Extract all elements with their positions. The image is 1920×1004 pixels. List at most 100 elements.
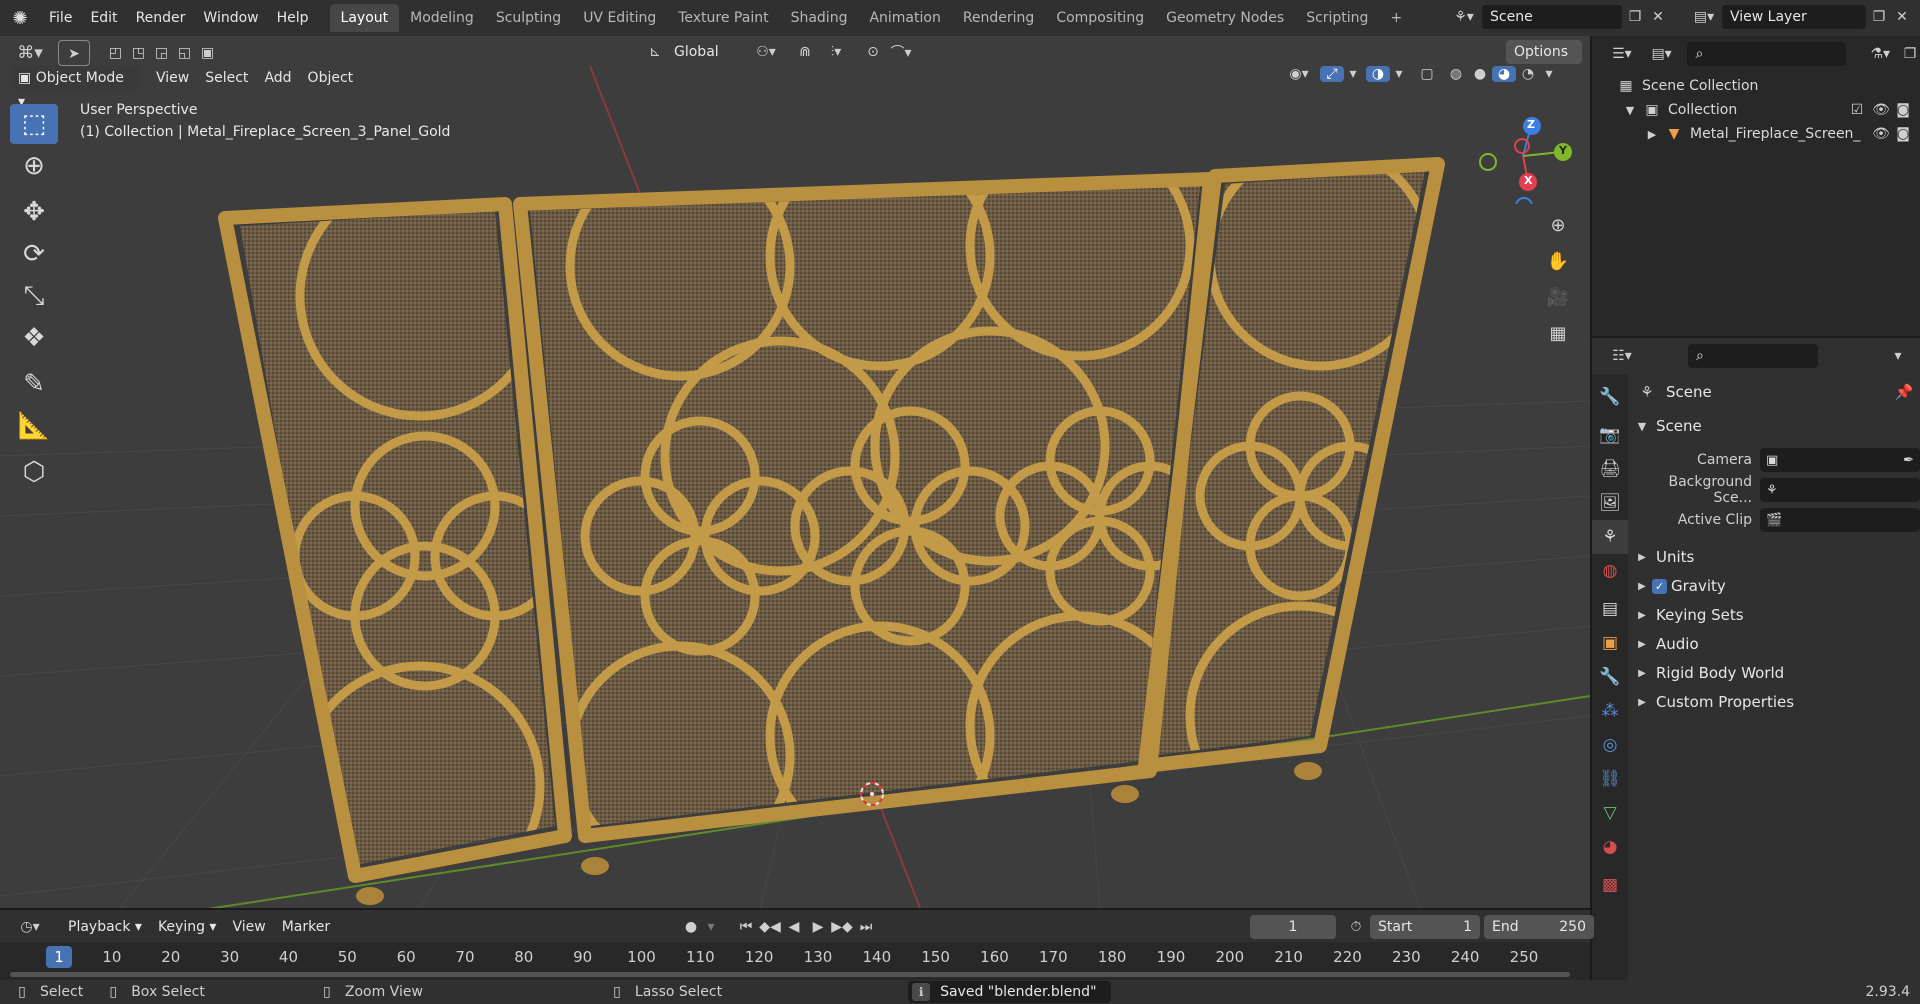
tab-uv-editing[interactable]: UV Editing xyxy=(572,4,667,32)
menu-playback[interactable]: Playback ▾ xyxy=(60,915,150,939)
tab-constraints[interactable]: ⛓ xyxy=(1592,762,1628,796)
tab-geometry-nodes[interactable]: Geometry Nodes xyxy=(1155,4,1295,32)
delete-scene-icon[interactable]: ✕ xyxy=(1648,9,1668,25)
pivot-point-icon[interactable]: ⚇▾ xyxy=(746,44,786,60)
rotate-tool[interactable]: ⟳ xyxy=(10,234,58,274)
object-mode-dropdown[interactable]: ▣ Object Mode ▾ xyxy=(12,66,140,110)
eye-icon[interactable]: 👁 xyxy=(1872,102,1890,118)
view-layer-field[interactable]: View Layer xyxy=(1722,5,1866,29)
subpanel-keying-sets[interactable]: ▶ Keying Sets xyxy=(1632,601,1920,630)
outliner-search-input[interactable]: ⌕ xyxy=(1687,42,1847,66)
timeline-editor-icon[interactable]: ◷▾ xyxy=(10,919,50,935)
background-scene-field[interactable]: ⚘ xyxy=(1760,478,1920,502)
scale-tool[interactable]: ⤡ xyxy=(10,276,58,316)
select-extend-icon[interactable]: ◳ xyxy=(127,45,150,61)
tab-world[interactable]: ◍ xyxy=(1592,554,1628,588)
material-shading-icon[interactable]: ◕ xyxy=(1492,66,1516,82)
expand-arrow-icon[interactable]: ▶ xyxy=(1644,128,1660,141)
tab-texture-paint[interactable]: Texture Paint xyxy=(667,4,779,32)
expand-arrow-icon[interactable]: ▼ xyxy=(1622,104,1638,117)
gravity-checkbox-icon[interactable]: ✓ xyxy=(1652,579,1667,594)
menu-window[interactable]: Window xyxy=(194,0,267,36)
subpanel-custom-properties[interactable]: ▶ Custom Properties xyxy=(1632,688,1920,717)
frame-ruler[interactable]: 1 10 20 30 40 50 60 70 80 90 100 110 120 130 140 150 160… xyxy=(0,942,1590,980)
eye-icon[interactable]: 👁 xyxy=(1872,126,1890,142)
auto-keying-icon[interactable]: ● xyxy=(680,919,702,935)
tab-layout[interactable]: Layout xyxy=(329,4,400,32)
tree-item-object[interactable]: ▶ ▼ Metal_Fireplace_Screen_ 👁 ◙ xyxy=(1592,122,1920,146)
chevron-down-icon[interactable]: ▾ xyxy=(1888,348,1908,364)
chevron-down-icon[interactable]: ▾ xyxy=(1540,66,1558,82)
rendered-shading-icon[interactable]: ◔ xyxy=(1516,66,1540,82)
menu-marker[interactable]: Marker xyxy=(274,915,338,939)
viewport-scene[interactable] xyxy=(0,36,1590,908)
display-mode-icon[interactable]: ▤▾ xyxy=(1642,46,1682,62)
gizmo-toggle-icon[interactable]: ⤢ xyxy=(1320,66,1344,82)
prev-keyframe-icon[interactable]: ◆◀ xyxy=(758,919,782,935)
delete-view-layer-icon[interactable]: ✕ xyxy=(1892,9,1912,25)
tab-compositing[interactable]: Compositing xyxy=(1045,4,1155,32)
stopwatch-icon[interactable]: ⏱ xyxy=(1342,919,1370,935)
menu-edit[interactable]: Edit xyxy=(81,0,126,36)
tab-texture[interactable]: ▩ xyxy=(1592,868,1628,902)
tab-animation[interactable]: Animation xyxy=(858,4,951,32)
outliner-editor-icon[interactable]: ☰▾ xyxy=(1602,46,1642,62)
play-icon[interactable]: ▶ xyxy=(806,919,830,935)
blender-logo-icon[interactable]: ✺ xyxy=(0,8,40,29)
menu-object[interactable]: Object xyxy=(300,66,362,90)
end-frame-field[interactable]: End 250 xyxy=(1484,915,1594,939)
new-view-layer-icon[interactable]: ❐ xyxy=(1866,9,1892,25)
scene-name-field[interactable]: Scene xyxy=(1482,5,1622,29)
tab-tool[interactable]: 🔧 xyxy=(1592,380,1628,414)
tab-data[interactable]: ▽ xyxy=(1592,796,1628,830)
menu-select[interactable]: Select xyxy=(197,66,256,90)
scene-icon[interactable]: ⚘▾ xyxy=(1446,9,1482,25)
select-difference-icon[interactable]: ◱ xyxy=(173,45,196,61)
tab-sculpting[interactable]: Sculpting xyxy=(485,4,572,32)
camera-icon[interactable]: ◙ xyxy=(1894,126,1912,142)
tab-output[interactable]: 🖨 xyxy=(1592,452,1628,486)
navigation-gizmo[interactable]: Z Y X xyxy=(1476,104,1576,215)
tab-object[interactable]: ▣ xyxy=(1592,626,1628,660)
zoom-icon[interactable]: ⊕ xyxy=(1540,208,1576,244)
select-box-tool[interactable]: ⬚ xyxy=(10,104,58,144)
solid-shading-icon[interactable]: ● xyxy=(1468,66,1492,82)
new-collection-icon[interactable]: ❐ xyxy=(1900,46,1920,62)
camera-view-icon[interactable]: 🎥 xyxy=(1540,280,1576,316)
tab-material[interactable]: ◕ xyxy=(1592,830,1628,864)
select-new-icon[interactable]: ◰ xyxy=(104,45,127,61)
menu-keying[interactable]: Keying ▾ xyxy=(150,915,225,939)
tab-modifiers[interactable]: 🔧 xyxy=(1592,660,1628,694)
view-layer-icon[interactable]: ▤▾ xyxy=(1686,9,1722,25)
overlay-toggle-icon[interactable]: ◑ xyxy=(1366,66,1390,82)
move-tool[interactable]: ✥ xyxy=(10,192,58,232)
menu-file[interactable]: File xyxy=(40,0,81,36)
menu-help[interactable]: Help xyxy=(268,0,318,36)
chevron-down-icon[interactable]: ▾ xyxy=(1344,66,1362,82)
filter-icon[interactable]: ⚗▾ xyxy=(1860,46,1900,62)
scene-panel-header[interactable]: ▼ Scene xyxy=(1632,412,1920,441)
tab-rendering[interactable]: Rendering xyxy=(952,4,1046,32)
subpanel-gravity[interactable]: ▶ ✓ Gravity xyxy=(1632,572,1920,601)
properties-search-input[interactable]: ⌕ xyxy=(1688,344,1818,368)
menu-timeline-view[interactable]: View xyxy=(224,915,273,939)
next-keyframe-icon[interactable]: ▶◆ xyxy=(830,919,854,935)
snap-target-icon[interactable]: ⫶▾ xyxy=(818,44,854,60)
ortho-grid-icon[interactable]: ▦ xyxy=(1540,316,1576,352)
xray-icon[interactable]: ▢ xyxy=(1414,66,1440,82)
tab-modeling[interactable]: Modeling xyxy=(399,4,485,32)
chevron-down-icon[interactable]: ▾ xyxy=(702,919,720,935)
checkbox-icon[interactable]: ☑ xyxy=(1848,102,1866,118)
subpanel-rigid-body-world[interactable]: ▶ Rigid Body World xyxy=(1632,659,1920,688)
visibility-icon[interactable]: ◉▾ xyxy=(1278,66,1320,82)
snap-icon[interactable]: ⋒ xyxy=(792,44,818,60)
tree-item-collection[interactable]: ▼ ▣ Collection ☑ 👁 ◙ xyxy=(1592,98,1920,122)
cursor-tool[interactable]: ⊕ xyxy=(10,146,58,186)
annotate-tool[interactable]: ✎ xyxy=(10,364,58,404)
play-reverse-icon[interactable]: ◀ xyxy=(782,919,806,935)
falloff-icon[interactable]: ⌒▾ xyxy=(886,42,916,62)
editor-type-icon[interactable]: ⌘▾ xyxy=(8,43,52,63)
tab-particles[interactable]: ⁂ xyxy=(1592,694,1628,728)
menu-view[interactable]: View xyxy=(148,66,197,90)
jump-end-icon[interactable]: ⏭ xyxy=(854,919,878,935)
